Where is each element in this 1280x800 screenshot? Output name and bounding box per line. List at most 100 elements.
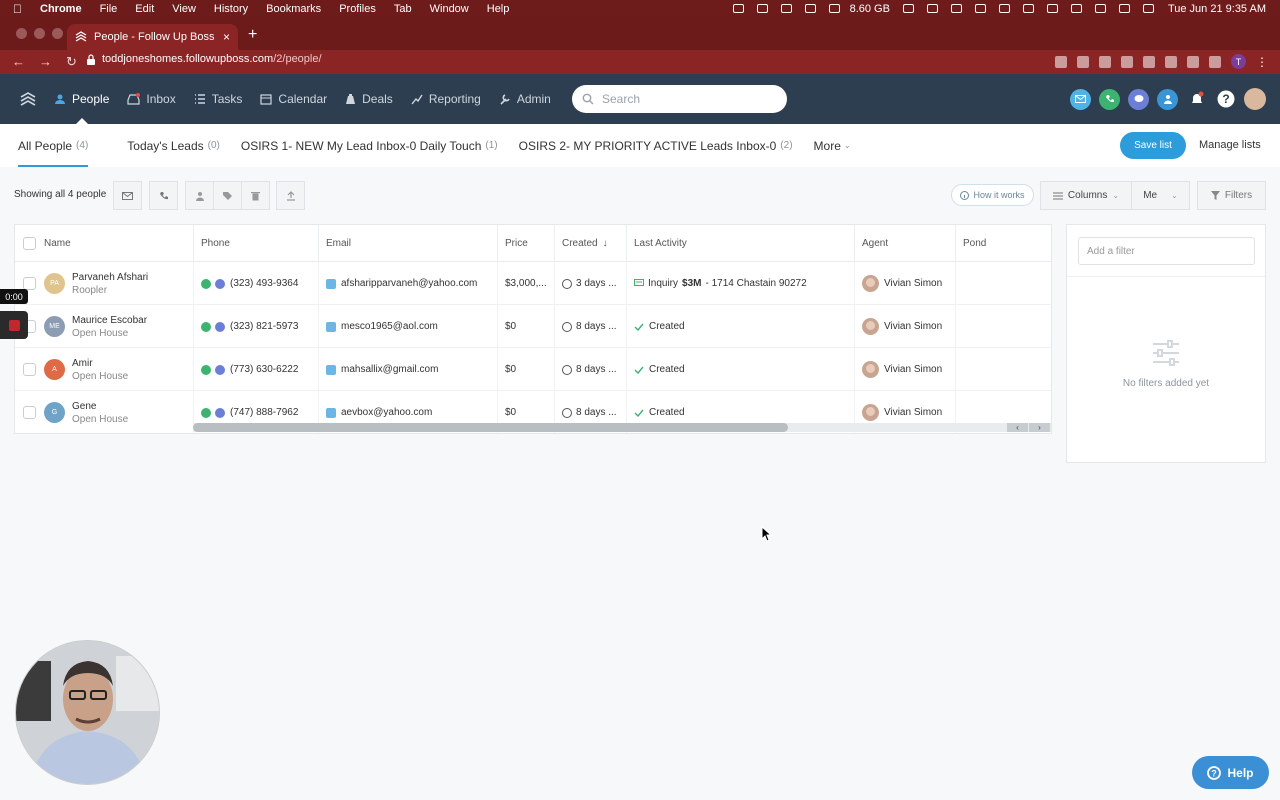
header-phone[interactable]: Phone bbox=[194, 225, 319, 262]
header-created[interactable]: Created ↓ bbox=[555, 225, 627, 262]
tab-osirs-2[interactable]: OSIRS 2- MY PRIORITY ACTIVE Leads Inbox-… bbox=[519, 124, 793, 167]
avatar[interactable]: PA bbox=[44, 273, 65, 294]
call-icon[interactable] bbox=[201, 278, 211, 289]
reload-icon[interactable]: ↻ bbox=[66, 54, 77, 70]
header-last-activity[interactable]: Last Activity bbox=[627, 225, 855, 262]
back-icon[interactable]: ← bbox=[12, 54, 25, 70]
extension-icon[interactable] bbox=[1143, 55, 1155, 68]
nav-admin[interactable]: Admin bbox=[499, 74, 551, 124]
nav-people[interactable]: People bbox=[54, 74, 109, 124]
avatar[interactable]: ME bbox=[44, 316, 65, 337]
profile-avatar[interactable]: T bbox=[1231, 54, 1246, 69]
status-icon[interactable] bbox=[732, 4, 744, 13]
header-pond[interactable]: Pond bbox=[956, 225, 1051, 262]
person-name[interactable]: Amir bbox=[72, 357, 128, 370]
help-icon[interactable]: ? bbox=[1215, 89, 1236, 110]
stop-recording-button[interactable] bbox=[0, 311, 28, 339]
menu-view[interactable]: View bbox=[172, 3, 196, 15]
status-icon[interactable] bbox=[804, 4, 816, 13]
address-bar[interactable]: toddjoneshomes.followupboss.com/2/people… bbox=[86, 53, 322, 65]
side-panel-icon[interactable] bbox=[1209, 55, 1221, 68]
text-message-icon[interactable] bbox=[215, 321, 225, 332]
agent-filter-dropdown[interactable]: Me ⌄ bbox=[1131, 181, 1190, 210]
tab-todays-leads[interactable]: Today's Leads (0) bbox=[127, 124, 220, 167]
call-icon[interactable] bbox=[201, 407, 211, 418]
battery-icon[interactable] bbox=[1070, 4, 1082, 13]
row-checkbox[interactable] bbox=[23, 406, 36, 419]
delete-action-button[interactable] bbox=[241, 181, 270, 210]
agent-name[interactable]: Vivian Simon bbox=[884, 321, 942, 332]
phone-number[interactable]: (747) 888-7962 bbox=[230, 407, 298, 418]
browser-tab[interactable]: People - Follow Up Boss × bbox=[67, 24, 238, 50]
email-icon[interactable] bbox=[1070, 88, 1091, 110]
status-icon[interactable] bbox=[902, 4, 914, 13]
scroll-left-icon[interactable]: ‹ bbox=[1007, 423, 1028, 432]
menu-edit[interactable]: Edit bbox=[135, 3, 154, 15]
menu-window[interactable]: Window bbox=[430, 3, 469, 15]
menu-app-name[interactable]: Chrome bbox=[40, 3, 82, 15]
select-all-checkbox[interactable] bbox=[23, 237, 36, 250]
text-message-icon[interactable] bbox=[215, 364, 225, 375]
status-icon[interactable] bbox=[926, 4, 938, 13]
header-price[interactable]: Price bbox=[498, 225, 555, 262]
chat-icon[interactable] bbox=[1128, 88, 1149, 110]
export-action-button[interactable] bbox=[276, 181, 305, 210]
tab-more[interactable]: More ⌄ bbox=[814, 124, 851, 167]
forward-icon[interactable]: → bbox=[39, 54, 52, 70]
nav-reporting[interactable]: Reporting bbox=[411, 74, 481, 124]
control-center-icon[interactable] bbox=[1142, 4, 1154, 13]
more-menu-icon[interactable]: ⋮ bbox=[1256, 55, 1268, 69]
close-window-button[interactable] bbox=[16, 28, 27, 39]
key-icon[interactable] bbox=[1055, 55, 1067, 68]
followupboss-logo-icon[interactable] bbox=[20, 91, 36, 107]
table-row[interactable]: ME Maurice Escobar Open House (323) 821-597… bbox=[15, 305, 1051, 348]
search-input[interactable]: Search bbox=[572, 85, 787, 113]
filters-button[interactable]: Filters bbox=[1197, 181, 1266, 210]
menu-help[interactable]: Help bbox=[487, 3, 510, 15]
call-icon[interactable] bbox=[201, 364, 211, 375]
how-it-works-button[interactable]: How it works bbox=[951, 184, 1034, 206]
nav-tasks[interactable]: Tasks bbox=[194, 74, 242, 124]
row-checkbox[interactable] bbox=[23, 363, 36, 376]
menu-bookmarks[interactable]: Bookmarks bbox=[266, 3, 321, 15]
status-icon[interactable] bbox=[1022, 4, 1034, 13]
nav-inbox[interactable]: Inbox bbox=[127, 74, 176, 124]
minimize-window-button[interactable] bbox=[34, 28, 45, 39]
wifi-icon[interactable] bbox=[1094, 4, 1106, 13]
lead-flow-icon[interactable] bbox=[1157, 88, 1178, 110]
phone-number[interactable]: (323) 821-5973 bbox=[230, 321, 298, 332]
email-icon[interactable] bbox=[326, 321, 336, 332]
person-name[interactable]: Maurice Escobar bbox=[72, 314, 147, 327]
columns-button[interactable]: Columns ⌄ bbox=[1040, 181, 1132, 210]
email-address[interactable]: mahsallix@gmail.com bbox=[341, 364, 438, 375]
menu-profiles[interactable]: Profiles bbox=[339, 3, 376, 15]
extension-icon[interactable] bbox=[1121, 55, 1133, 68]
reading-list-icon[interactable] bbox=[1187, 55, 1199, 68]
agent-name[interactable]: Vivian Simon bbox=[884, 364, 942, 375]
text-message-icon[interactable] bbox=[215, 407, 225, 418]
new-tab-button[interactable]: + bbox=[248, 26, 257, 44]
email-address[interactable]: aevbox@yahoo.com bbox=[341, 407, 432, 418]
header-email[interactable]: Email bbox=[319, 225, 498, 262]
table-row[interactable]: A Amir Open House (773) 630-6222 mahsallix@g… bbox=[15, 348, 1051, 391]
manage-lists-link[interactable]: Manage lists bbox=[1199, 139, 1261, 151]
email-address[interactable]: afsharipparvaneh@yahoo.com bbox=[341, 278, 477, 289]
email-icon[interactable] bbox=[326, 278, 336, 289]
agent-name[interactable]: Vivian Simon bbox=[884, 407, 942, 418]
menu-file[interactable]: File bbox=[100, 3, 118, 15]
memory-readout[interactable]: 8.60 GB bbox=[850, 3, 890, 15]
status-icon[interactable] bbox=[756, 4, 768, 13]
call-action-button[interactable] bbox=[149, 181, 178, 210]
share-icon[interactable] bbox=[1077, 55, 1089, 68]
scroll-right-icon[interactable]: › bbox=[1029, 423, 1050, 432]
horizontal-scrollbar[interactable]: ‹ › bbox=[193, 423, 1051, 432]
status-icon[interactable] bbox=[974, 4, 986, 13]
phone-number[interactable]: (323) 493-9364 bbox=[230, 278, 298, 289]
person-name[interactable]: Parvaneh Afshari bbox=[72, 271, 148, 284]
nav-calendar[interactable]: Calendar bbox=[260, 74, 327, 124]
webcam-bubble[interactable] bbox=[15, 640, 160, 785]
puzzle-icon[interactable] bbox=[1165, 55, 1177, 68]
text-message-icon[interactable] bbox=[215, 278, 225, 289]
search-icon[interactable] bbox=[1118, 4, 1130, 13]
phone-icon[interactable] bbox=[1099, 88, 1120, 110]
